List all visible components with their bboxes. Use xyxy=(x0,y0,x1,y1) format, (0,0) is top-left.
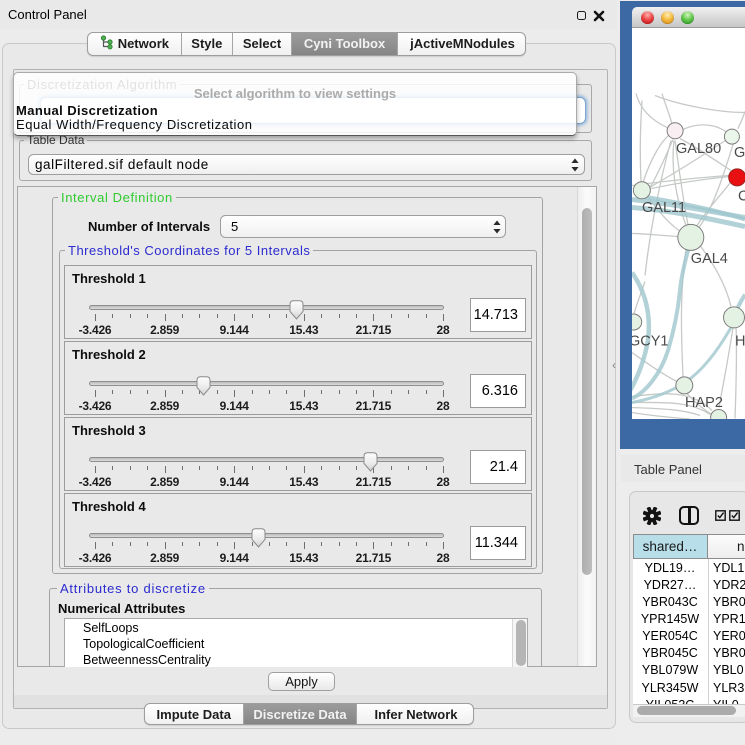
svg-text:H: H xyxy=(735,333,745,349)
svg-text:C: C xyxy=(738,188,745,204)
svg-text:G.: G. xyxy=(734,145,745,161)
svg-text:GAL80: GAL80 xyxy=(676,141,721,157)
svg-text:GAL4: GAL4 xyxy=(691,251,728,267)
svg-text:GAL11: GAL11 xyxy=(642,200,686,216)
svg-text:HAP2: HAP2 xyxy=(685,395,723,411)
svg-text:GCY1: GCY1 xyxy=(632,333,669,349)
